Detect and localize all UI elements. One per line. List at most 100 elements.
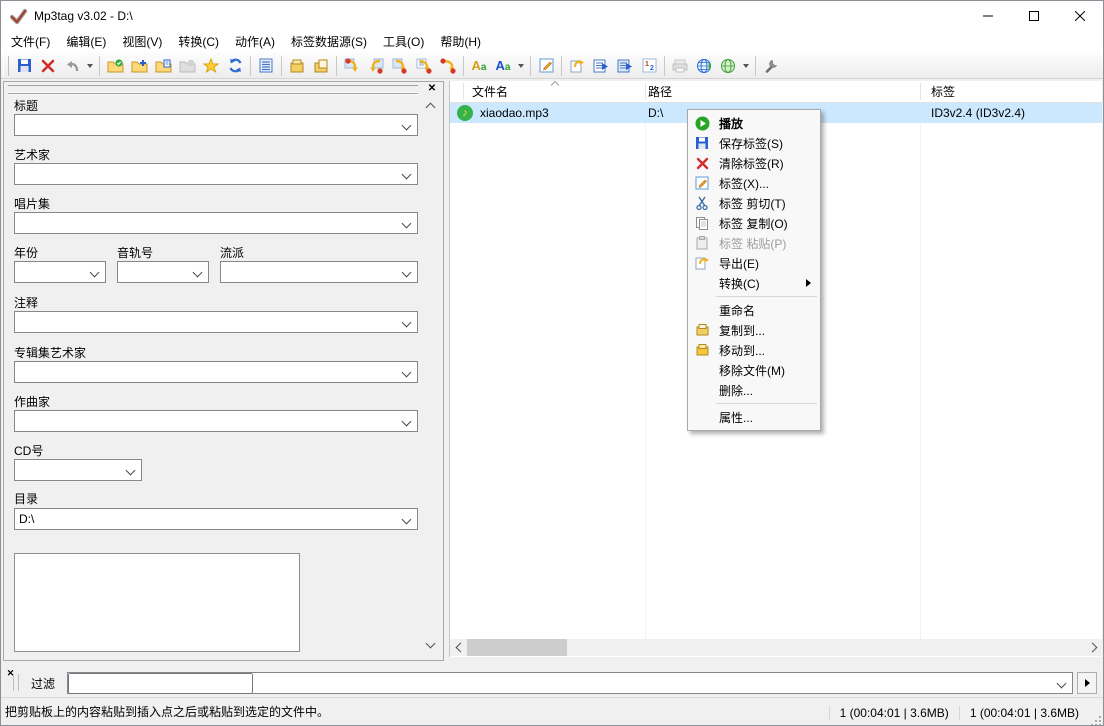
year-input[interactable] xyxy=(15,262,91,282)
refresh-button[interactable] xyxy=(223,55,247,77)
context-menu-item-rename[interactable]: 重命名 xyxy=(688,300,820,320)
convert-tag-filename-button[interactable] xyxy=(340,55,364,77)
menu-edit[interactable]: 编辑(E) xyxy=(58,32,114,53)
minimize-button[interactable] xyxy=(965,1,1011,31)
menu-tools[interactable]: 工具(O) xyxy=(375,32,432,53)
context-menu-item-remove-file[interactable]: 移除文件(M) xyxy=(688,360,820,380)
resize-grip[interactable] xyxy=(1091,716,1101,726)
column-header-filename[interactable]: 文件名 xyxy=(472,84,508,100)
album-artist-combobox[interactable] xyxy=(14,361,418,383)
cut-tag-button[interactable] xyxy=(285,55,309,77)
add-directory-button[interactable] xyxy=(127,55,151,77)
chevron-down-icon[interactable] xyxy=(126,466,136,476)
file-list-horizontal-scrollbar[interactable] xyxy=(450,639,1102,656)
genre-combobox[interactable] xyxy=(220,261,418,283)
create-playlist-button[interactable] xyxy=(589,55,613,77)
toolbar-grip[interactable] xyxy=(3,56,9,76)
menu-convert[interactable]: 转换(C) xyxy=(170,32,227,53)
context-menu-item-delete[interactable]: 删除... xyxy=(688,380,820,400)
artist-combobox[interactable] xyxy=(14,163,418,185)
title-input[interactable] xyxy=(15,115,403,135)
menu-actions[interactable]: 动作(A) xyxy=(227,32,283,53)
create-playlist-current-button[interactable] xyxy=(613,55,637,77)
web-source-menu-button[interactable] xyxy=(716,55,740,77)
directory-combobox[interactable] xyxy=(14,508,418,530)
tag-panel-close-button[interactable]: ✕ xyxy=(426,83,438,95)
chevron-down-icon[interactable] xyxy=(402,515,412,525)
change-directory-button[interactable] xyxy=(103,55,127,77)
filter-grip[interactable] xyxy=(13,674,19,691)
maximize-button[interactable] xyxy=(1011,1,1057,31)
track-input[interactable] xyxy=(118,262,194,282)
undo-dropdown-button[interactable] xyxy=(84,55,96,77)
scroll-right-button[interactable] xyxy=(1085,639,1102,656)
chevron-down-icon[interactable] xyxy=(193,268,203,278)
actions-dropdown-button[interactable] xyxy=(515,55,527,77)
undo-button[interactable] xyxy=(60,55,84,77)
auto-numbering-wizard-button[interactable]: 12 xyxy=(637,55,661,77)
actions-quick-button[interactable]: Aa xyxy=(491,55,515,77)
album-input[interactable] xyxy=(15,213,403,233)
track-combobox[interactable] xyxy=(117,261,209,283)
composer-input[interactable] xyxy=(15,411,403,431)
library-button[interactable] xyxy=(175,55,199,77)
actions-button[interactable]: Aa xyxy=(467,55,491,77)
directory-input[interactable] xyxy=(15,509,403,529)
web-source-button[interactable] xyxy=(692,55,716,77)
scroll-up-button[interactable] xyxy=(422,97,439,114)
context-menu-item-export[interactable]: 导出(E) xyxy=(688,253,820,273)
chevron-down-icon[interactable] xyxy=(402,318,412,328)
chevron-down-icon[interactable] xyxy=(402,368,412,378)
chevron-down-icon[interactable] xyxy=(402,268,412,278)
convert-filename-tag-button[interactable] xyxy=(364,55,388,77)
edit-tag-button[interactable] xyxy=(534,55,558,77)
chevron-down-icon[interactable] xyxy=(402,417,412,427)
context-menu-item-convert[interactable]: 转换(C) xyxy=(688,273,820,293)
context-menu-item-remove-tag[interactable]: 清除标签(R) xyxy=(688,153,820,173)
scroll-down-button[interactable] xyxy=(422,636,439,653)
comment-input[interactable] xyxy=(15,312,403,332)
context-menu-item-move-to[interactable]: 移动到... xyxy=(688,340,820,360)
filter-combobox[interactable] xyxy=(67,672,1073,694)
chevron-down-icon[interactable] xyxy=(1057,679,1067,689)
menu-tag-sources[interactable]: 标签数据源(S) xyxy=(283,32,375,53)
menu-help[interactable]: 帮助(H) xyxy=(432,32,489,53)
context-menu-item-copy-to[interactable]: 复制到... xyxy=(688,320,820,340)
composer-combobox[interactable] xyxy=(14,410,418,432)
tag-panel-scrollbar[interactable] xyxy=(422,97,439,653)
copy-tag-button[interactable] xyxy=(309,55,333,77)
album-artist-input[interactable] xyxy=(15,362,403,382)
scroll-left-button[interactable] xyxy=(450,639,467,656)
convert-text-file-tag-button[interactable] xyxy=(412,55,436,77)
chevron-down-icon[interactable] xyxy=(90,268,100,278)
context-menu-item-properties[interactable]: 属性... xyxy=(688,407,820,427)
extended-tags-button[interactable] xyxy=(254,55,278,77)
title-combobox[interactable] xyxy=(14,114,418,136)
context-menu-item-tag[interactable]: 标签(X)... xyxy=(688,173,820,193)
column-header-tag[interactable]: 标签 xyxy=(931,84,955,100)
year-combobox[interactable] xyxy=(14,261,106,283)
tag-panel-grip[interactable] xyxy=(8,85,418,94)
context-menu-item-play[interactable]: 播放 xyxy=(688,113,820,133)
genre-input[interactable] xyxy=(221,262,403,282)
convert-tag-tag-button[interactable] xyxy=(436,55,460,77)
scrollbar-thumb[interactable] xyxy=(467,639,567,656)
save-tag-button[interactable] xyxy=(12,55,36,77)
album-art-box[interactable] xyxy=(14,553,300,652)
web-source-dropdown-button[interactable] xyxy=(740,55,752,77)
album-combobox[interactable] xyxy=(14,212,418,234)
convert-filename-filename-button[interactable] xyxy=(388,55,412,77)
column-header-path[interactable]: 路径 xyxy=(648,84,672,100)
options-button[interactable] xyxy=(759,55,783,77)
disc-combobox[interactable] xyxy=(14,459,142,481)
context-menu-item-tag-cut[interactable]: 标签 剪切(T) xyxy=(688,193,820,213)
export-button[interactable] xyxy=(565,55,589,77)
filter-input[interactable] xyxy=(68,673,253,694)
context-menu-item-tag-copy[interactable]: 标签 复制(O) xyxy=(688,213,820,233)
print-button[interactable] xyxy=(668,55,692,77)
chevron-down-icon[interactable] xyxy=(402,170,412,180)
menu-file[interactable]: 文件(F) xyxy=(3,32,58,53)
menu-view[interactable]: 视图(V) xyxy=(114,32,170,53)
artist-input[interactable] xyxy=(15,164,403,184)
context-menu-item-save-tag[interactable]: 保存标签(S) xyxy=(688,133,820,153)
